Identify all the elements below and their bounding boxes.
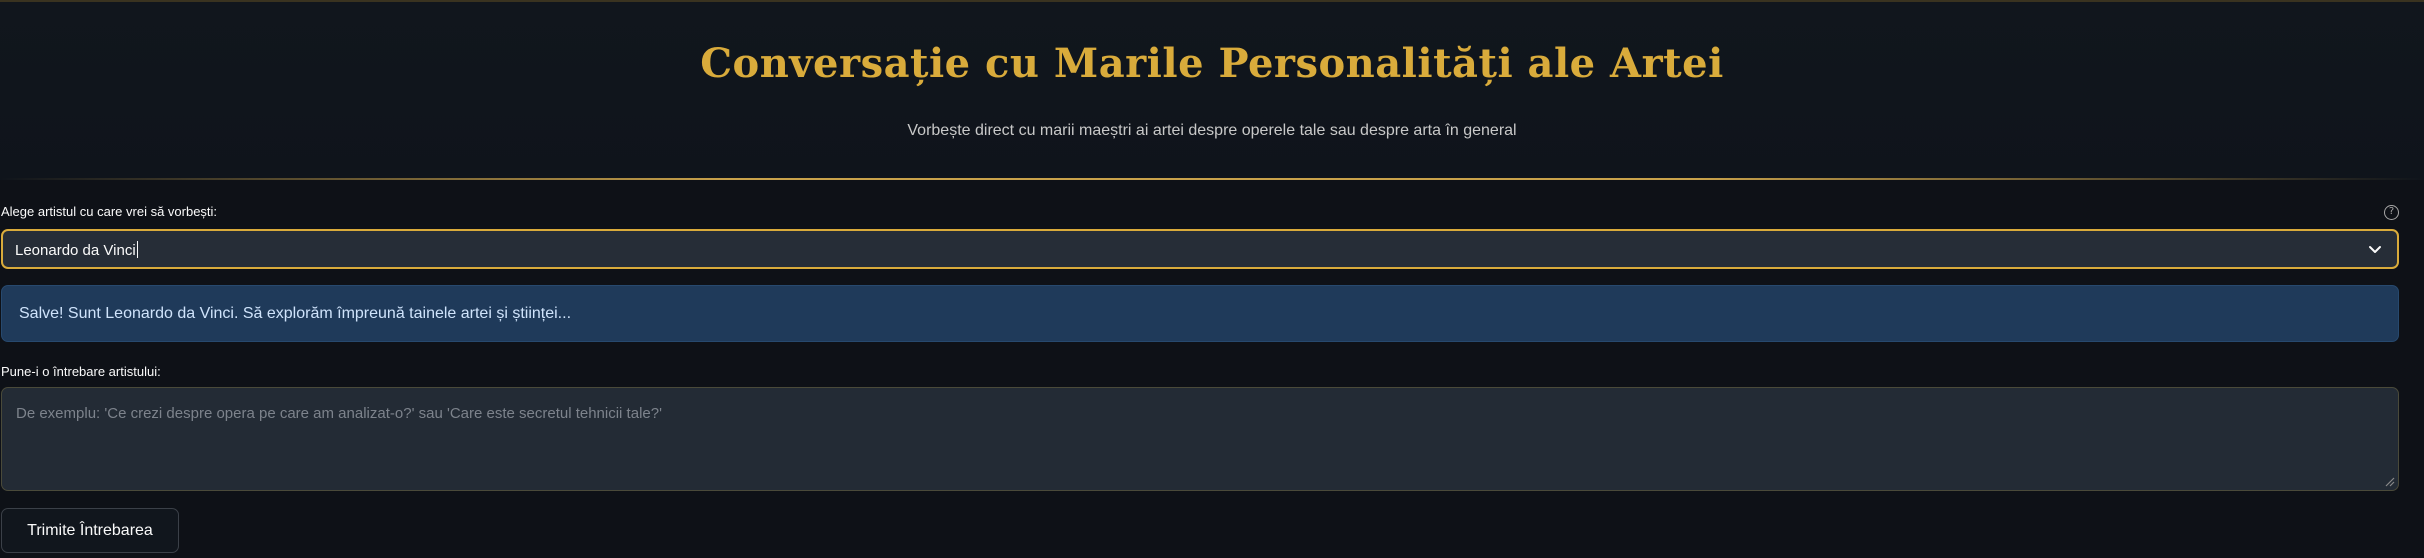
question-placeholder: De exemplu: 'Ce crezi despre opera pe ca… [16,405,662,422]
question-circle-icon[interactable]: ? [2384,205,2399,220]
submit-question-button[interactable]: Trimite Întrebarea [1,508,179,553]
artist-select-value[interactable]: Leonardo da Vinci [15,241,138,259]
page-title: Conversație cu Marile Personalități ale … [700,40,1724,87]
header-divider [0,178,2424,180]
chevron-down-icon[interactable] [2367,241,2383,257]
page-subtitle: Vorbește direct cu marii maeștri ai arte… [907,122,1517,139]
greeting-message: Salve! Sunt Leonardo da Vinci. Să explor… [1,285,2399,342]
artist-select[interactable]: Leonardo da Vinci [1,229,2399,269]
page-header: Conversație cu Marile Personalități ale … [0,2,2424,180]
resize-handle-icon[interactable] [2383,475,2395,487]
text-cursor [136,241,138,258]
question-label: Pune-i o întrebare artistului: [1,364,161,379]
question-input[interactable]: De exemplu: 'Ce crezi despre opera pe ca… [1,387,2399,491]
artist-select-label: Alege artistul cu care vrei să vorbești: [1,204,218,219]
greeting-text: Salve! Sunt Leonardo da Vinci. Să explor… [19,305,572,322]
